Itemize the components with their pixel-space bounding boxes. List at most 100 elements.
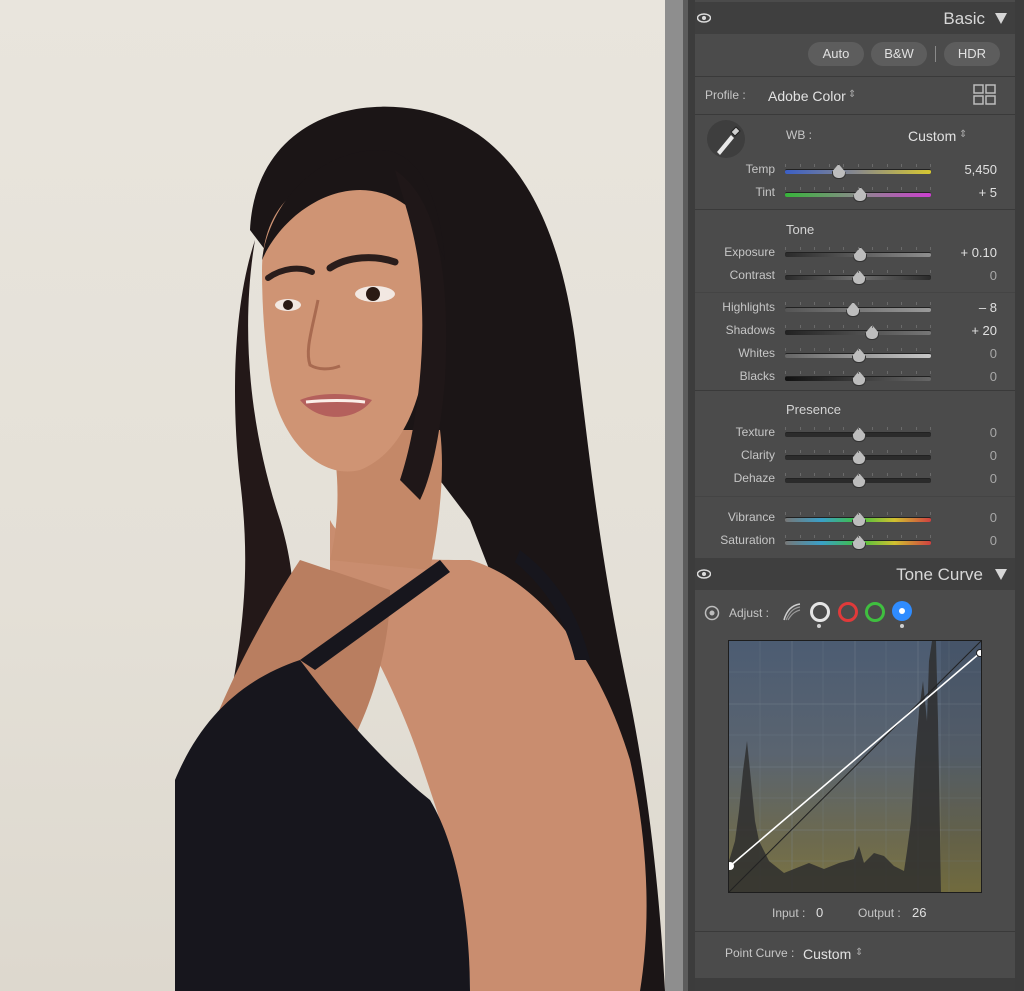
red-channel-button[interactable] bbox=[838, 602, 858, 622]
slider-tick bbox=[785, 325, 786, 328]
photo-canvas[interactable] bbox=[0, 0, 665, 991]
temp-value[interactable]: 5,450 bbox=[947, 162, 997, 177]
tint-slider[interactable] bbox=[785, 187, 931, 197]
clarity-slider[interactable] bbox=[785, 450, 931, 460]
profile-label: Profile : bbox=[705, 88, 746, 102]
vibrance-value[interactable]: 0 bbox=[947, 510, 997, 525]
temp-slider[interactable] bbox=[785, 164, 931, 174]
vibrance-slider[interactable] bbox=[785, 512, 931, 522]
slider-tick bbox=[785, 270, 786, 273]
saturation-value[interactable]: 0 bbox=[947, 533, 997, 548]
slider-tick bbox=[901, 371, 902, 374]
highlights-slider[interactable] bbox=[785, 302, 931, 312]
slider-tick bbox=[843, 247, 844, 250]
slider-tick bbox=[930, 325, 931, 328]
slider-tick bbox=[930, 302, 931, 305]
blue-channel-button[interactable] bbox=[892, 601, 912, 621]
slider-tick bbox=[887, 371, 888, 374]
slider-tick bbox=[829, 302, 830, 305]
saturation-slider[interactable] bbox=[785, 535, 931, 545]
slider-tick bbox=[843, 450, 844, 453]
shadows-slider[interactable] bbox=[785, 325, 931, 335]
whites-slider[interactable] bbox=[785, 348, 931, 358]
collapse-triangle-icon[interactable] bbox=[995, 569, 1007, 580]
slider-tick bbox=[930, 348, 931, 351]
green-channel-button[interactable] bbox=[865, 602, 885, 622]
rgb-channel-button[interactable] bbox=[810, 602, 830, 622]
target-adjust-icon[interactable] bbox=[704, 605, 720, 621]
slider-tick bbox=[916, 187, 917, 190]
slider-tick bbox=[843, 371, 844, 374]
slider-tick bbox=[872, 371, 873, 374]
slider-tick bbox=[930, 247, 931, 250]
point-curve-select[interactable]: Custom bbox=[803, 946, 851, 962]
tone-curve-header[interactable]: Tone Curve bbox=[695, 558, 1015, 590]
slider-tick bbox=[916, 302, 917, 305]
clarity-value[interactable]: 0 bbox=[947, 448, 997, 463]
profile-select[interactable]: Adobe Color bbox=[768, 88, 846, 104]
tone-curve-graph[interactable] bbox=[728, 640, 982, 893]
slider-tick bbox=[814, 164, 815, 167]
auto-button[interactable]: Auto bbox=[808, 42, 864, 66]
basic-header[interactable]: Basic bbox=[695, 2, 1015, 34]
button-separator bbox=[935, 46, 936, 62]
exposure-value[interactable]: + 0.10 bbox=[947, 245, 997, 260]
whites-value[interactable]: 0 bbox=[947, 346, 997, 361]
vibrance-label: Vibrance bbox=[727, 510, 775, 524]
blacks-value[interactable]: 0 bbox=[947, 369, 997, 384]
slider-tick bbox=[858, 164, 859, 167]
highlights-value[interactable]: – 8 bbox=[947, 300, 997, 315]
slider-tick bbox=[843, 325, 844, 328]
visibility-eye-icon[interactable] bbox=[697, 567, 711, 581]
dehaze-value[interactable]: 0 bbox=[947, 471, 997, 486]
slider-tick bbox=[858, 371, 859, 374]
slider-tick bbox=[800, 348, 801, 351]
divider bbox=[695, 931, 1015, 932]
tint-value[interactable]: + 5 bbox=[947, 185, 997, 200]
collapse-triangle-icon[interactable] bbox=[995, 13, 1007, 24]
curve-canvas[interactable] bbox=[729, 641, 981, 892]
contrast-value[interactable]: 0 bbox=[947, 268, 997, 283]
dehaze-slider[interactable] bbox=[785, 473, 931, 483]
slider-tick bbox=[829, 371, 830, 374]
wb-updown-icon[interactable]: ⇕ bbox=[959, 129, 967, 140]
slider-tick bbox=[785, 247, 786, 250]
slider-tick bbox=[916, 164, 917, 167]
temp-label: Temp bbox=[745, 162, 775, 176]
slider-tick bbox=[829, 535, 830, 538]
channel-indicator-dot bbox=[900, 624, 904, 628]
slider-tick bbox=[829, 164, 830, 167]
slider-tick bbox=[901, 535, 902, 538]
parametric-curve-icon[interactable] bbox=[781, 601, 803, 623]
slider-tick bbox=[901, 325, 902, 328]
curve-point[interactable] bbox=[976, 649, 982, 657]
shadows-label: Shadows bbox=[725, 323, 775, 337]
shadows-value[interactable]: + 20 bbox=[947, 323, 997, 338]
slider-tick bbox=[829, 512, 830, 515]
texture-slider[interactable] bbox=[785, 427, 931, 437]
slider-tick bbox=[800, 371, 801, 374]
wb-select[interactable]: Custom bbox=[908, 128, 956, 144]
slider-tick bbox=[930, 371, 931, 374]
slider-tick bbox=[843, 535, 844, 538]
presence-heading: Presence bbox=[786, 402, 841, 417]
slider-tick bbox=[858, 247, 859, 250]
slider-tick bbox=[814, 270, 815, 273]
exposure-slider[interactable] bbox=[785, 247, 931, 257]
bw-button[interactable]: B&W bbox=[871, 42, 927, 66]
point-curve-updown-icon[interactable]: ⇕ bbox=[855, 947, 863, 958]
hdr-button[interactable]: HDR bbox=[944, 42, 1000, 66]
slider-tick bbox=[858, 187, 859, 190]
blacks-slider[interactable] bbox=[785, 371, 931, 381]
profile-browser-grid-icon[interactable] bbox=[973, 84, 997, 106]
contrast-slider[interactable] bbox=[785, 270, 931, 280]
slider-tick bbox=[887, 535, 888, 538]
slider-tick bbox=[829, 325, 830, 328]
wb-eyedropper-button[interactable] bbox=[707, 120, 745, 158]
slider-tick bbox=[814, 302, 815, 305]
slider-tick bbox=[916, 247, 917, 250]
profile-updown-icon[interactable]: ⇕ bbox=[848, 89, 856, 100]
slider-tick bbox=[887, 325, 888, 328]
texture-value[interactable]: 0 bbox=[947, 425, 997, 440]
visibility-eye-icon[interactable] bbox=[697, 11, 711, 25]
